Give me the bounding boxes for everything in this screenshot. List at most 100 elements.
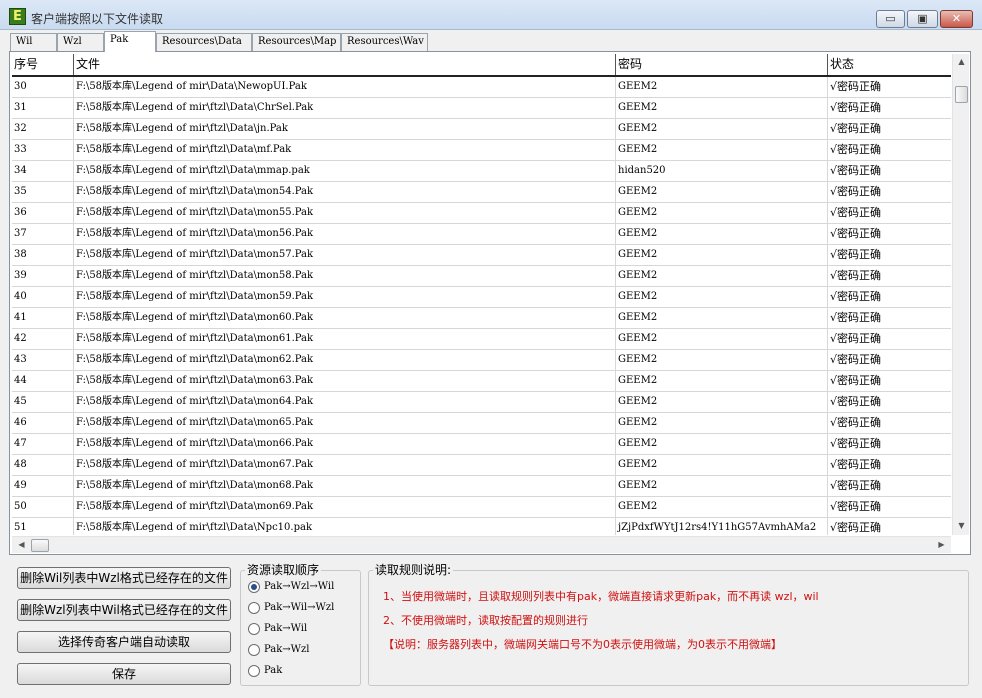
table-row[interactable]: 39 F:\58版本库\Legend of mir\ftzl\Data\mon58… — [12, 266, 951, 287]
table-row[interactable]: 44 F:\58版本库\Legend of mir\ftzl\Data\mon63… — [12, 371, 951, 392]
table-row[interactable]: 32 F:\58版本库\Legend of mir\ftzl\Data\jn.Pa… — [12, 119, 951, 140]
row-password: GEEM2 — [616, 392, 828, 412]
row-status: √密码正确 — [830, 248, 882, 261]
table-row[interactable]: 42 F:\58版本库\Legend of mir\ftzl\Data\mon61… — [12, 329, 951, 350]
close-button[interactable]: ✕ — [940, 10, 973, 28]
row-file: F:\58版本库\Legend of mir\Data\NewopUI.Pak — [74, 77, 616, 97]
row-status: √密码正确 — [830, 269, 882, 282]
row-file: F:\58版本库\Legend of mir\ftzl\Data\mon63.P… — [74, 371, 616, 391]
radio-button[interactable] — [248, 602, 260, 614]
table-row[interactable]: 40 F:\58版本库\Legend of mir\ftzl\Data\mon59… — [12, 287, 951, 308]
row-file: F:\58版本库\Legend of mir\ftzl\Data\mf.Pak — [74, 140, 616, 160]
table-row[interactable]: 35 F:\58版本库\Legend of mir\ftzl\Data\mon54… — [12, 182, 951, 203]
row-password: GEEM2 — [616, 329, 828, 349]
table-row[interactable]: 45 F:\58版本库\Legend of mir\ftzl\Data\mon64… — [12, 392, 951, 413]
scroll-left-icon[interactable]: ◀ — [14, 540, 29, 549]
radio-label: Pak→Wzl→Wil — [264, 581, 335, 592]
rule-line-2: 2、不使用微端时，读取按配置的规则进行 — [383, 614, 588, 627]
row-password: GEEM2 — [616, 287, 828, 307]
row-index: 35 — [12, 182, 74, 202]
row-index: 30 — [12, 77, 74, 97]
row-status: √密码正确 — [830, 479, 882, 492]
row-status: √密码正确 — [830, 290, 882, 303]
row-status: √密码正确 — [830, 395, 882, 408]
scroll-up-icon[interactable]: ▲ — [954, 57, 969, 66]
tab-wzl[interactable]: Wzl — [57, 33, 104, 51]
app-icon: E — [9, 8, 26, 25]
row-file: F:\58版本库\Legend of mir\ftzl\Data\mon65.P… — [74, 413, 616, 433]
table-row[interactable]: 48 F:\58版本库\Legend of mir\ftzl\Data\mon67… — [12, 455, 951, 476]
table-row[interactable]: 43 F:\58版本库\Legend of mir\ftzl\Data\mon62… — [12, 350, 951, 371]
radio-button[interactable] — [248, 581, 260, 593]
row-index: 51 — [12, 518, 74, 535]
row-password: GEEM2 — [616, 98, 828, 118]
row-status: √密码正确 — [830, 332, 882, 345]
table-row[interactable]: 36 F:\58版本库\Legend of mir\ftzl\Data\mon55… — [12, 203, 951, 224]
column-header-status[interactable]: 状态 — [828, 54, 951, 75]
auto-read-client-button[interactable]: 选择传奇客户端自动读取 — [17, 631, 231, 653]
row-index: 31 — [12, 98, 74, 118]
table-row[interactable]: 34 F:\58版本库\Legend of mir\ftzl\Data\mmap.… — [12, 161, 951, 182]
radio-button[interactable] — [248, 623, 260, 635]
table-row[interactable]: 37 F:\58版本库\Legend of mir\ftzl\Data\mon56… — [12, 224, 951, 245]
row-file: F:\58版本库\Legend of mir\ftzl\Data\mon56.P… — [74, 224, 616, 244]
delete-wil-duplicates-button[interactable]: 删除Wil列表中Wzl格式已经存在的文件 — [17, 567, 231, 589]
row-status: √密码正确 — [830, 206, 882, 219]
row-status: √密码正确 — [830, 122, 882, 135]
row-index: 39 — [12, 266, 74, 286]
vertical-scrollbar[interactable]: ▲ ▼ — [952, 54, 969, 535]
row-index: 45 — [12, 392, 74, 412]
scroll-right-icon[interactable]: ▶ — [934, 540, 949, 549]
radio-button[interactable] — [248, 644, 260, 656]
row-file: F:\58版本库\Legend of mir\ftzl\Data\mon66.P… — [74, 434, 616, 454]
row-file: F:\58版本库\Legend of mir\ftzl\Data\mon69.P… — [74, 497, 616, 517]
radio-button[interactable] — [248, 665, 260, 677]
row-index: 32 — [12, 119, 74, 139]
scroll-down-icon[interactable]: ▼ — [954, 521, 969, 530]
row-password: GEEM2 — [616, 77, 828, 97]
tab-resources-data[interactable]: Resources\Data — [156, 33, 252, 51]
column-header-index[interactable]: 序号 — [12, 54, 74, 75]
tab-wil[interactable]: Wil — [10, 33, 57, 51]
file-table-panel: 序号 文件 密码 状态 30 F:\58版本库\Legend of mir\Dat… — [9, 51, 971, 555]
table-row[interactable]: 31 F:\58版本库\Legend of mir\ftzl\Data\ChrSe… — [12, 98, 951, 119]
row-index: 43 — [12, 350, 74, 370]
row-index: 44 — [12, 371, 74, 391]
table-row[interactable]: 41 F:\58版本库\Legend of mir\ftzl\Data\mon60… — [12, 308, 951, 329]
column-header-password[interactable]: 密码 — [616, 54, 828, 75]
minimize-button[interactable]: ▭ — [876, 10, 905, 28]
row-index: 47 — [12, 434, 74, 454]
row-status: √密码正确 — [830, 101, 882, 114]
row-file: F:\58版本库\Legend of mir\ftzl\Data\ChrSel.… — [74, 98, 616, 118]
row-file: F:\58版本库\Legend of mir\ftzl\Data\mon68.P… — [74, 476, 616, 496]
delete-wzl-duplicates-button[interactable]: 删除Wzl列表中Wil格式已经存在的文件 — [17, 599, 231, 621]
table-row[interactable]: 50 F:\58版本库\Legend of mir\ftzl\Data\mon69… — [12, 497, 951, 518]
row-password: GEEM2 — [616, 245, 828, 265]
row-index: 48 — [12, 455, 74, 475]
maximize-button[interactable]: ▣ — [907, 10, 938, 28]
table-row[interactable]: 47 F:\58版本库\Legend of mir\ftzl\Data\mon66… — [12, 434, 951, 455]
table-row[interactable]: 30 F:\58版本库\Legend of mir\Data\NewopUI.Pa… — [12, 77, 951, 98]
save-button[interactable]: 保存 — [17, 663, 231, 685]
row-status: √密码正确 — [830, 185, 882, 198]
row-file: F:\58版本库\Legend of mir\ftzl\Data\mon62.P… — [74, 350, 616, 370]
horizontal-scrollbar[interactable]: ◀ ▶ — [12, 536, 951, 553]
table-row[interactable]: 51 F:\58版本库\Legend of mir\ftzl\Data\Npc10… — [12, 518, 951, 535]
table-row[interactable]: 49 F:\58版本库\Legend of mir\ftzl\Data\mon68… — [12, 476, 951, 497]
row-password: GEEM2 — [616, 455, 828, 475]
row-password: GEEM2 — [616, 434, 828, 454]
table-row[interactable]: 46 F:\58版本库\Legend of mir\ftzl\Data\mon65… — [12, 413, 951, 434]
row-index: 49 — [12, 476, 74, 496]
row-file: F:\58版本库\Legend of mir\ftzl\Data\mmap.pa… — [74, 161, 616, 181]
tab-resources-map[interactable]: Resources\Map — [252, 33, 341, 51]
tab-pak[interactable]: Pak — [104, 31, 156, 52]
rules-title: 读取规则说明: — [373, 561, 454, 578]
table-row[interactable]: 38 F:\58版本库\Legend of mir\ftzl\Data\mon57… — [12, 245, 951, 266]
tab-resources-wav[interactable]: Resources\Wav — [341, 33, 428, 51]
row-file: F:\58版本库\Legend of mir\ftzl\Data\mon61.P… — [74, 329, 616, 349]
vertical-scroll-thumb[interactable] — [955, 86, 968, 103]
column-header-file[interactable]: 文件 — [74, 54, 616, 75]
horizontal-scroll-thumb[interactable] — [31, 539, 49, 552]
row-status: √密码正确 — [830, 164, 882, 177]
table-row[interactable]: 33 F:\58版本库\Legend of mir\ftzl\Data\mf.Pa… — [12, 140, 951, 161]
